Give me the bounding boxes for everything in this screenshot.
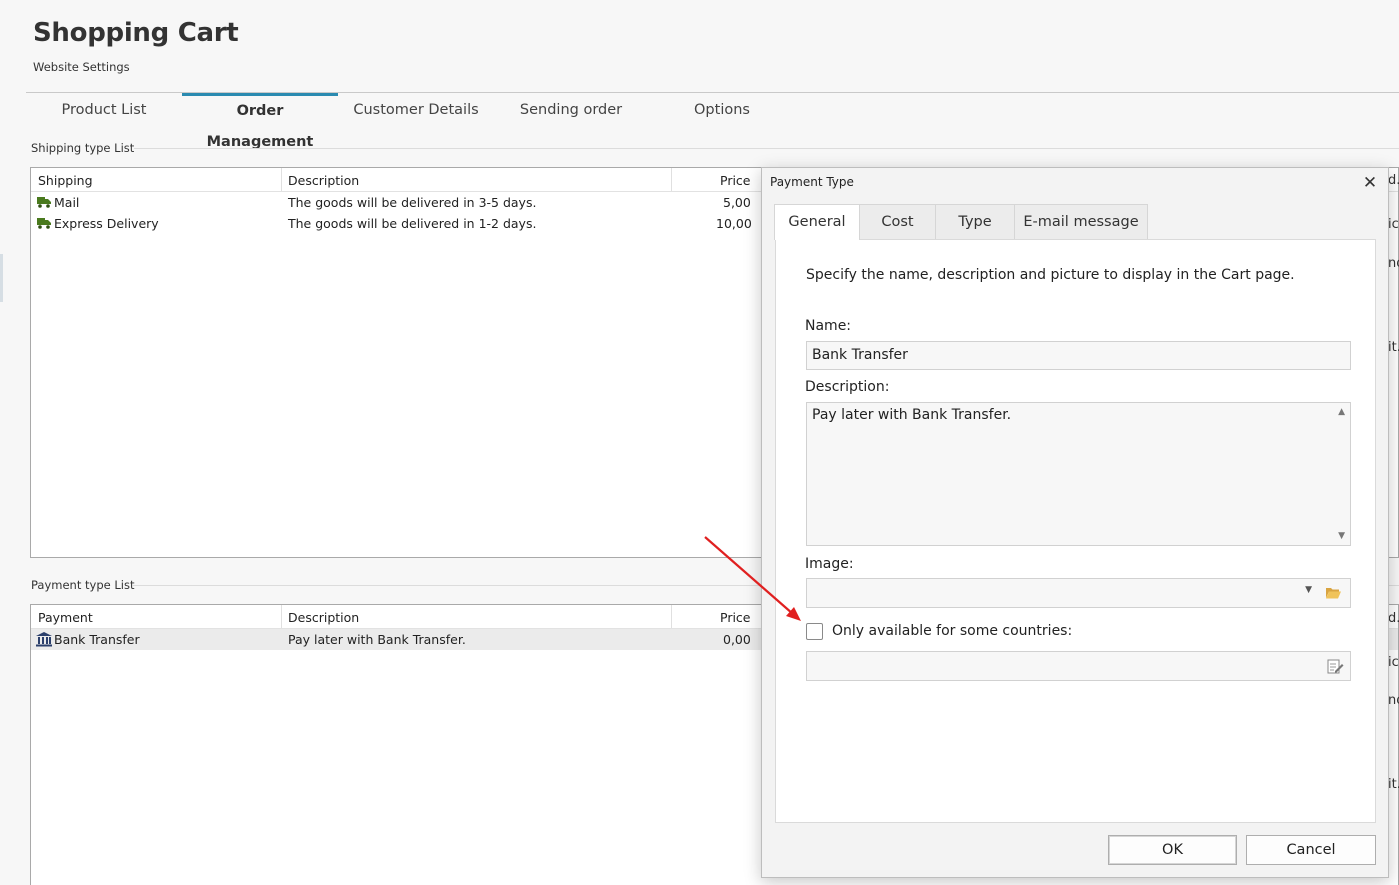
truck-icon [37, 197, 51, 208]
dialog-tab-general[interactable]: General [774, 204, 860, 240]
side-panel-edge [0, 254, 3, 302]
scroll-down-arrow-icon[interactable]: ▼ [1338, 531, 1345, 541]
countries-field[interactable] [806, 651, 1351, 681]
column-header-description[interactable]: Description [288, 610, 359, 625]
close-icon[interactable]: ✕ [1358, 171, 1382, 195]
shipping-group-rule [134, 148, 1399, 149]
right-button-fragment[interactable]: it. [1388, 777, 1399, 792]
right-button-fragment[interactable]: ic [1388, 655, 1399, 670]
right-button-fragment[interactable]: no [1388, 256, 1399, 271]
shipping-description: The goods will be delivered in 3-5 days. [288, 195, 537, 210]
tab-sending-order[interactable]: Sending order [514, 93, 628, 127]
tab-order-management[interactable]: Order Management [182, 93, 338, 150]
name-label: Name: [805, 318, 852, 334]
column-divider[interactable] [671, 605, 672, 628]
column-header-price[interactable]: Price [720, 173, 751, 188]
truck-icon [37, 218, 51, 229]
payment-group-label: Payment type List [31, 578, 135, 592]
column-divider[interactable] [281, 605, 282, 628]
right-button-fragment[interactable]: it. [1388, 340, 1399, 355]
right-button-fragment[interactable]: d. [1388, 173, 1399, 188]
right-button-fragment[interactable]: d. [1388, 611, 1399, 626]
scroll-up-arrow-icon[interactable]: ▲ [1338, 407, 1345, 417]
page-subtitle: Website Settings [33, 60, 130, 74]
shipping-name: Express Delivery [54, 216, 159, 231]
right-button-fragment[interactable]: ic [1388, 217, 1399, 232]
tab-product-list[interactable]: Product List [52, 93, 156, 127]
edit-list-icon[interactable] [1326, 657, 1344, 675]
right-button-fragment[interactable]: no [1388, 693, 1399, 708]
instruction-text: Specify the name, description and pictur… [806, 267, 1295, 283]
description-text: Pay later with Bank Transfer. [812, 407, 1012, 423]
shipping-name: Mail [54, 195, 80, 210]
general-tab-panel: Specify the name, description and pictur… [775, 239, 1376, 823]
shipping-group-label: Shipping type List [31, 141, 135, 155]
dialog-title: Payment Type [770, 175, 854, 189]
dropdown-arrow-icon[interactable]: ▼ [1305, 585, 1312, 595]
dialog-tab-cost[interactable]: Cost [859, 204, 936, 239]
tab-options[interactable]: Options [686, 93, 758, 127]
dialog-tab-type[interactable]: Type [935, 204, 1015, 239]
open-folder-icon[interactable] [1325, 585, 1342, 600]
countries-checkbox-label[interactable]: Only available for some countries: [832, 623, 1072, 639]
name-field[interactable]: Bank Transfer [806, 341, 1351, 370]
description-textarea[interactable]: Pay later with Bank Transfer. ▲ ▼ [806, 402, 1351, 546]
column-divider[interactable] [281, 168, 282, 191]
payment-description: Pay later with Bank Transfer. [288, 632, 466, 647]
shipping-price: 5,00 [723, 195, 751, 210]
image-label: Image: [805, 556, 854, 572]
image-select[interactable]: ▼ [806, 578, 1351, 608]
shipping-price: 10,00 [716, 216, 752, 231]
payment-type-dialog: Payment Type ✕ General Cost Type E-mail … [761, 167, 1389, 878]
bank-icon [36, 632, 52, 647]
description-label: Description: [805, 379, 890, 395]
column-header-payment[interactable]: Payment [38, 610, 93, 625]
dialog-tab-email-message[interactable]: E-mail message [1014, 204, 1148, 239]
column-header-description[interactable]: Description [288, 173, 359, 188]
shipping-description: The goods will be delivered in 1-2 days. [288, 216, 537, 231]
payment-name: Bank Transfer [54, 632, 140, 647]
ok-button[interactable]: OK [1108, 835, 1237, 865]
cancel-button[interactable]: Cancel [1246, 835, 1376, 865]
page-title: Shopping Cart [33, 18, 239, 48]
payment-price: 0,00 [723, 632, 751, 647]
tab-customer-details[interactable]: Customer Details [352, 93, 480, 127]
column-header-price[interactable]: Price [720, 610, 751, 625]
column-divider[interactable] [671, 168, 672, 191]
column-header-shipping[interactable]: Shipping [38, 173, 93, 188]
countries-checkbox[interactable] [806, 623, 823, 640]
